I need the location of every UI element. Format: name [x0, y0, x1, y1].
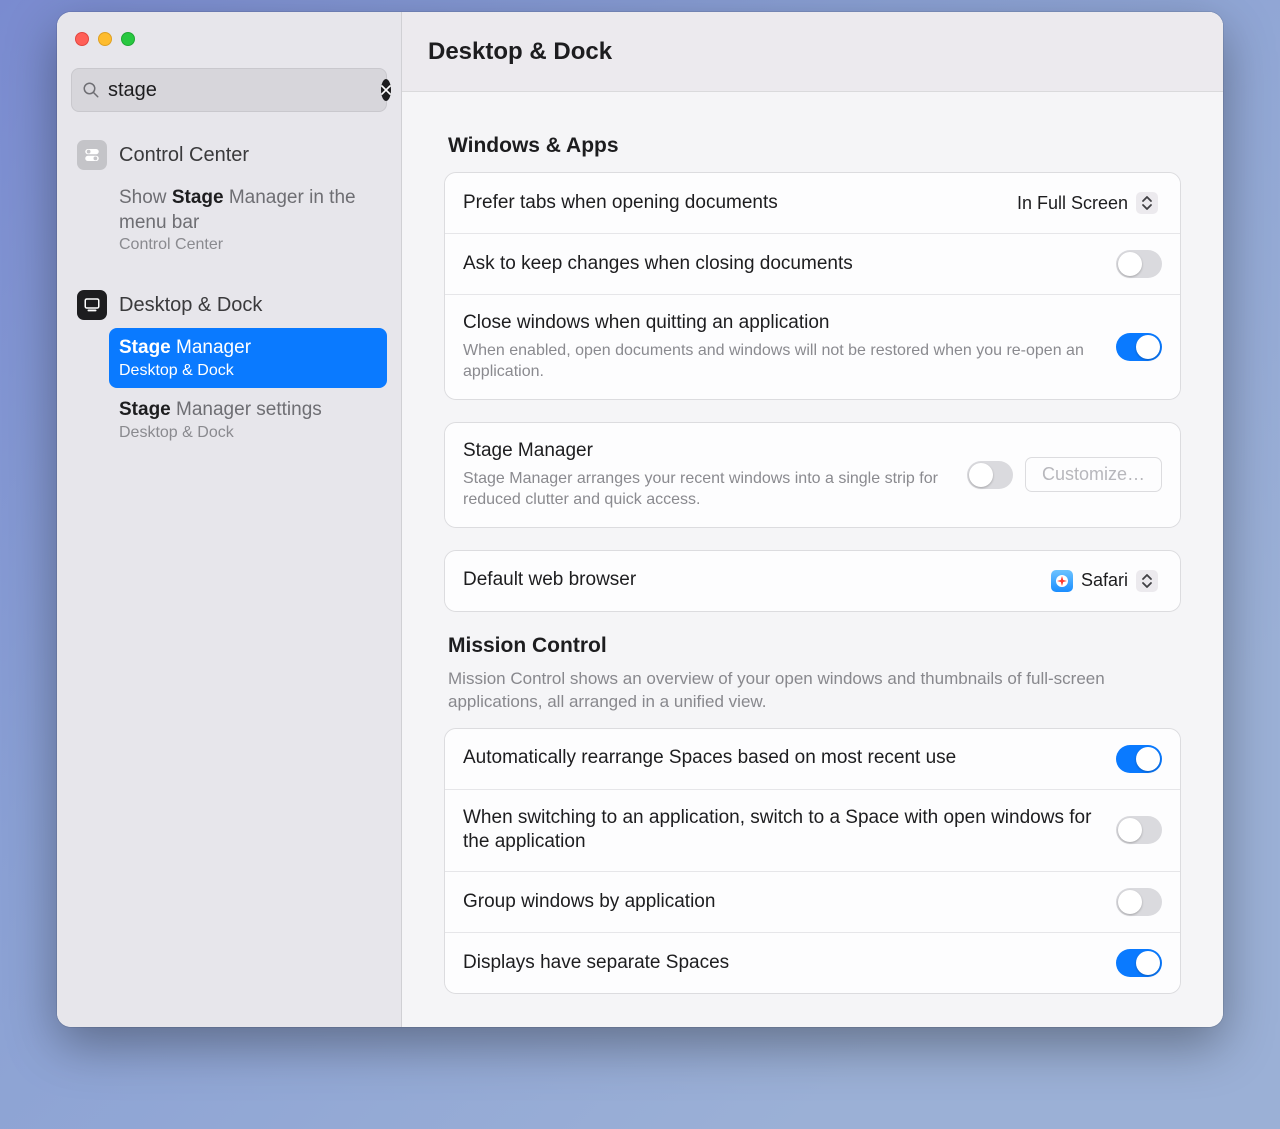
section-desc-mission-control: Mission Control shows an overview of you…	[448, 668, 1177, 714]
close-icon	[381, 85, 391, 95]
search-input[interactable]	[100, 79, 381, 102]
panel-default-browser: Default web browser Safari	[444, 550, 1181, 612]
ask-keep-changes-toggle[interactable]	[1116, 250, 1162, 278]
content-scroll[interactable]: Windows & Apps Prefer tabs when opening …	[402, 92, 1223, 1027]
search-group-title: Desktop & Dock	[119, 294, 262, 317]
row-label: Displays have separate Spaces	[463, 951, 1116, 976]
row-ask-keep-changes: Ask to keep changes when closing documen…	[445, 233, 1180, 294]
panel-mission-control: Automatically rearrange Spaces based on …	[444, 728, 1181, 994]
section-title-windows-apps: Windows & Apps	[448, 134, 1177, 158]
dropdown-value: In Full Screen	[1017, 193, 1128, 214]
dropdown-value: Safari	[1081, 570, 1128, 591]
search-group-title: Control Center	[119, 144, 249, 167]
clear-search-button[interactable]	[381, 79, 391, 101]
stage-manager-customize-button[interactable]: Customize…	[1025, 457, 1162, 492]
close-window-button[interactable]	[75, 32, 89, 46]
search-field[interactable]	[71, 68, 387, 112]
row-close-windows-on-quit: Close windows when quitting an applicati…	[445, 294, 1180, 399]
control-center-icon	[77, 140, 107, 170]
search-result-title: Show Stage Manager in the menu bar	[119, 186, 377, 235]
row-label: Default web browser	[463, 568, 1041, 593]
content-pane: Desktop & Dock Windows & Apps Prefer tab…	[402, 12, 1223, 1027]
search-group-header[interactable]: Control Center	[71, 134, 387, 176]
safari-icon	[1051, 570, 1073, 592]
row-description: Stage Manager arranges your recent windo…	[463, 468, 967, 511]
sidebar: Control Center Show Stage Manager in the…	[57, 12, 402, 1027]
row-label: Close windows when quitting an applicati…	[463, 311, 1116, 336]
prefer-tabs-dropdown[interactable]: In Full Screen	[1007, 189, 1162, 217]
row-prefer-tabs: Prefer tabs when opening documents In Fu…	[445, 173, 1180, 233]
row-description: When enabled, open documents and windows…	[463, 340, 1103, 383]
row-label: Prefer tabs when opening documents	[463, 191, 1007, 216]
search-result-subtitle: Desktop & Dock	[119, 424, 377, 442]
row-label: Group windows by application	[463, 890, 1116, 915]
chevron-up-down-icon	[1136, 192, 1158, 214]
search-result-title: Stage Manager	[119, 336, 377, 361]
search-icon	[82, 81, 100, 99]
close-windows-on-quit-toggle[interactable]	[1116, 333, 1162, 361]
panel-stage-manager: Stage Manager Stage Manager arranges you…	[444, 422, 1181, 528]
row-group-windows: Group windows by application	[445, 871, 1180, 932]
default-browser-dropdown[interactable]: Safari	[1041, 567, 1162, 595]
search-result-subtitle: Control Center	[119, 236, 377, 254]
search-result-title: Stage Manager settings	[119, 398, 377, 423]
row-label: Ask to keep changes when closing documen…	[463, 252, 1116, 277]
minimize-window-button[interactable]	[98, 32, 112, 46]
search-result-stage-manager[interactable]: Stage Manager Desktop & Dock	[109, 328, 387, 388]
panel-windows-apps: Prefer tabs when opening documents In Fu…	[444, 172, 1181, 400]
auto-rearrange-spaces-toggle[interactable]	[1116, 745, 1162, 773]
search-result-stage-manager-settings[interactable]: Stage Manager settings Desktop & Dock	[109, 390, 387, 450]
row-label: Stage Manager	[463, 439, 967, 464]
desktop-dock-icon	[77, 290, 107, 320]
row-displays-separate-spaces: Displays have separate Spaces	[445, 932, 1180, 993]
row-default-browser: Default web browser Safari	[445, 551, 1180, 611]
search-result-subtitle: Desktop & Dock	[119, 362, 377, 380]
row-stage-manager: Stage Manager Stage Manager arranges you…	[445, 423, 1180, 527]
system-settings-window: Control Center Show Stage Manager in the…	[57, 12, 1223, 1027]
row-label: When switching to an application, switch…	[463, 806, 1116, 855]
search-result-show-stage-manager-menubar[interactable]: Show Stage Manager in the menu bar Contr…	[109, 178, 387, 262]
stage-manager-toggle[interactable]	[967, 461, 1013, 489]
displays-separate-spaces-toggle[interactable]	[1116, 949, 1162, 977]
group-windows-toggle[interactable]	[1116, 888, 1162, 916]
window-controls	[71, 30, 387, 56]
zoom-window-button[interactable]	[121, 32, 135, 46]
search-group-control-center: Control Center Show Stage Manager in the…	[71, 134, 387, 262]
page-title: Desktop & Dock	[402, 12, 1223, 92]
search-group-desktop-dock: Desktop & Dock Stage Manager Desktop & D…	[71, 284, 387, 449]
chevron-up-down-icon	[1136, 570, 1158, 592]
row-label: Automatically rearrange Spaces based on …	[463, 746, 1116, 771]
section-title-mission-control: Mission Control	[448, 634, 1177, 658]
search-group-header[interactable]: Desktop & Dock	[71, 284, 387, 326]
row-switch-to-space: When switching to an application, switch…	[445, 789, 1180, 871]
switch-to-space-toggle[interactable]	[1116, 816, 1162, 844]
row-auto-rearrange-spaces: Automatically rearrange Spaces based on …	[445, 729, 1180, 789]
